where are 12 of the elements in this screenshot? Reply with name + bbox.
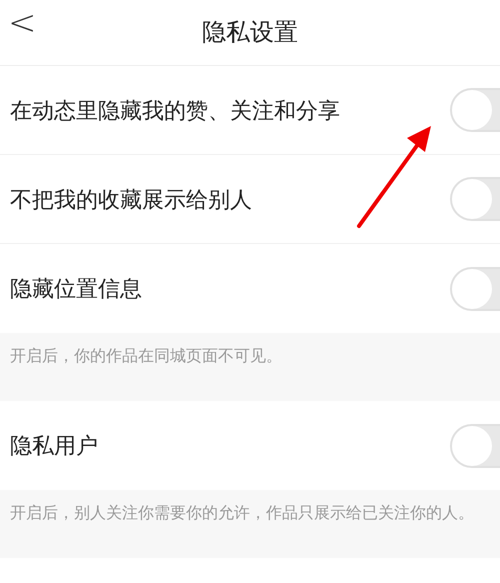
setting-label: 不把我的收藏展示给别人 [10,186,252,214]
toggle-switch[interactable] [450,88,500,132]
toggle-switch[interactable] [450,424,500,468]
setting-label: 在动态里隐藏我的赞、关注和分享 [10,96,340,124]
setting-description: 开启后，你的作品在同城页面不可见。 [10,346,283,367]
toggle-switch[interactable] [450,177,500,221]
back-button[interactable]: < [4,6,40,40]
page-title: 隐私设置 [202,18,298,48]
setting-label: 隐私用户 [10,432,98,460]
setting-label: 隐藏位置信息 [10,275,142,303]
toggle-switch[interactable] [450,266,500,310]
setting-description: 开启后，别人关注你需要你的允许，作品只展示给已关注你的人。 [10,504,475,524]
